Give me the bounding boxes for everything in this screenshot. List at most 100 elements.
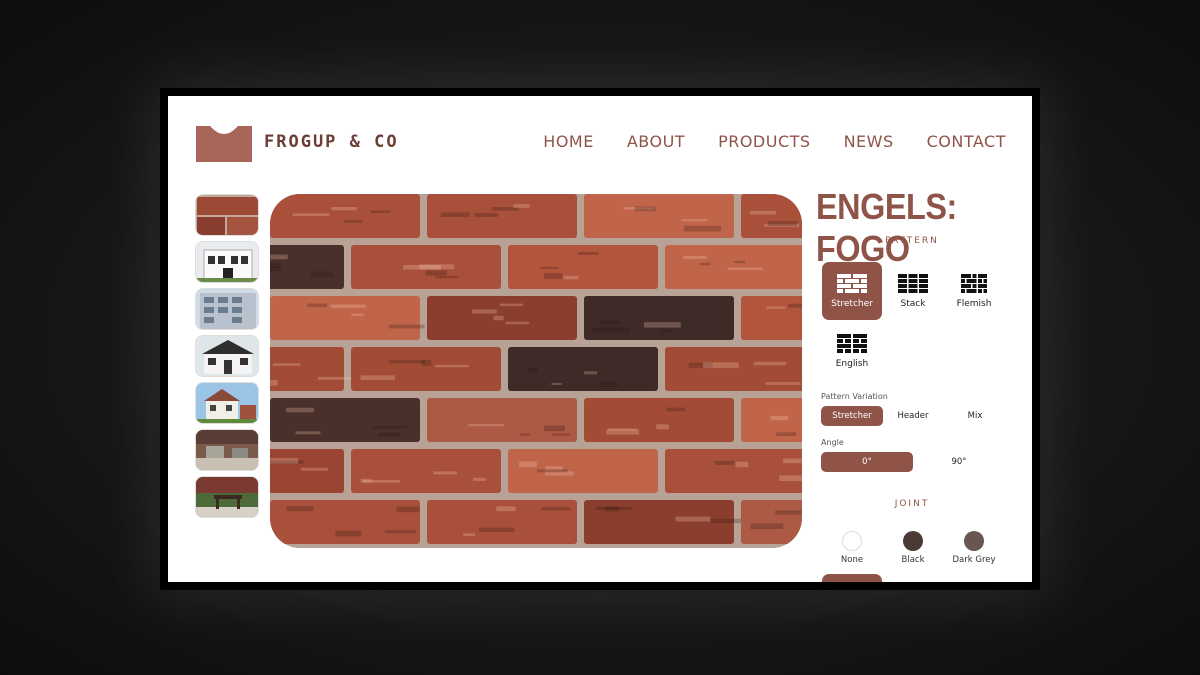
monitor-frame: FROGUP & CO HOME ABOUT PRODUCTS NEWS CON…: [160, 88, 1040, 590]
brick-texture-speck: [775, 510, 802, 515]
variation-header-button[interactable]: Header: [882, 406, 944, 426]
brick: [584, 398, 734, 442]
brick-texture-speck: [604, 506, 620, 512]
nav-contact[interactable]: CONTACT: [927, 132, 1006, 151]
brick-texture-speck: [472, 309, 497, 314]
brick-texture-speck: [779, 475, 802, 482]
angle-90-button[interactable]: 90°: [913, 452, 1005, 472]
brick-texture-speck: [749, 210, 777, 215]
angle-0-button[interactable]: 0°: [821, 452, 913, 472]
pattern-stack-label: Stack: [900, 298, 926, 309]
brick-texture-speck: [552, 433, 570, 436]
brick-texture-speck: [330, 304, 366, 308]
brick-texture-speck: [541, 507, 571, 511]
brick-texture-speck: [666, 407, 686, 412]
brick-texture-speck: [634, 206, 656, 212]
brick-texture-speck: [335, 530, 362, 537]
brick: [741, 296, 802, 340]
brick-texture-speck: [370, 210, 391, 213]
brick-texture-speck: [292, 213, 330, 217]
brick-texture-speck: [660, 329, 671, 333]
brick-texture-speck: [270, 457, 299, 464]
brick-texture-speck: [599, 381, 618, 388]
joint-dark-grey-label: Dark Grey: [952, 555, 996, 565]
brick-texture-speck: [766, 306, 786, 309]
brick: [665, 245, 802, 289]
brick-texture-speck: [767, 221, 798, 226]
brick-texture-speck: [285, 407, 314, 413]
brick-texture-speck: [378, 432, 401, 437]
brick-texture-speck: [479, 527, 515, 532]
pattern-stack-button[interactable]: Stack: [883, 262, 943, 320]
brick-texture-speck: [384, 530, 417, 534]
brick: [270, 449, 344, 493]
english-bond-icon: [837, 333, 867, 353]
variation-stretcher-button[interactable]: Stretcher: [821, 406, 883, 426]
main-nav: HOME ABOUT PRODUCTS NEWS CONTACT: [543, 132, 1006, 151]
brick: [508, 449, 658, 493]
nav-home[interactable]: HOME: [543, 132, 594, 151]
joint-none-swatch[interactable]: [842, 531, 862, 551]
pattern-stretcher-button[interactable]: Stretcher: [822, 262, 882, 320]
brick-texture-speck: [527, 367, 538, 373]
joint-dark-grey-swatch[interactable]: [964, 531, 984, 551]
brick-texture-speck: [388, 360, 426, 364]
brick-texture-speck: [727, 267, 763, 271]
variation-mix-button[interactable]: Mix: [944, 406, 1006, 426]
thumbnail-apartment-block[interactable]: [195, 288, 259, 330]
brick-texture-speck: [765, 382, 801, 385]
pattern-flemish-label: Flemish: [956, 298, 992, 309]
thumbnail-brick[interactable]: [195, 194, 259, 236]
product-preview-image: [270, 194, 802, 548]
brand-name[interactable]: FROGUP & CO: [264, 132, 399, 152]
pattern-heading: PATTERN: [885, 236, 939, 246]
brick-texture-speck: [563, 275, 579, 280]
brick-texture-speck: [505, 321, 530, 325]
thumbnail-white-building[interactable]: [195, 241, 259, 283]
joint-black-swatch[interactable]: [903, 531, 923, 551]
brick-texture-speck: [577, 252, 599, 255]
pattern-stretcher-label: Stretcher: [831, 298, 873, 309]
brick-texture-speck: [463, 533, 476, 537]
brand-logo-icon[interactable]: [196, 126, 252, 162]
flemish-bond-icon: [961, 273, 987, 293]
joint-none-label: None: [840, 555, 864, 565]
brick-texture-speck: [396, 506, 420, 513]
brick: [741, 194, 802, 238]
brick-texture-speck: [543, 273, 563, 279]
brick-texture-speck: [643, 322, 681, 328]
brick-texture-speck: [300, 467, 329, 471]
brick-texture-speck: [599, 320, 620, 325]
stack-bond-icon: [898, 273, 928, 293]
thumbnail-garden-dining[interactable]: [195, 476, 259, 518]
brick: [741, 500, 802, 544]
joint-next-option-button[interactable]: [822, 574, 882, 582]
product-title: ENGELS: FOGO: [816, 186, 957, 269]
nav-news[interactable]: NEWS: [844, 132, 894, 151]
nav-products[interactable]: PRODUCTS: [718, 132, 811, 151]
brick-texture-speck: [270, 380, 278, 386]
app-screen: FROGUP & CO HOME ABOUT PRODUCTS NEWS CON…: [168, 96, 1032, 582]
brick-texture-speck: [735, 461, 749, 468]
brick: [665, 449, 802, 493]
brick-texture-speck: [551, 382, 562, 386]
brick-texture-speck: [734, 260, 745, 264]
pattern-flemish-button[interactable]: Flemish: [944, 262, 1004, 320]
brick-texture-speck: [440, 212, 470, 217]
brick: [270, 347, 344, 391]
pattern-english-button[interactable]: English: [822, 322, 882, 380]
thumbnail-modern-house[interactable]: [195, 335, 259, 377]
nav-about[interactable]: ABOUT: [627, 132, 685, 151]
thumbnail-patio-seating[interactable]: [195, 429, 259, 471]
brick-texture-speck: [425, 270, 447, 276]
brick-texture-speck: [540, 266, 559, 269]
brick-texture-speck: [295, 431, 321, 435]
brick-texture-speck: [310, 271, 334, 278]
brick: [351, 449, 501, 493]
thumbnail-tudor-house[interactable]: [195, 382, 259, 424]
brick-texture-speck: [351, 313, 364, 317]
brick-texture-speck: [435, 364, 469, 368]
brick-texture-speck: [750, 523, 784, 530]
brick-texture-speck: [307, 303, 328, 307]
brick-texture-speck: [519, 461, 537, 468]
